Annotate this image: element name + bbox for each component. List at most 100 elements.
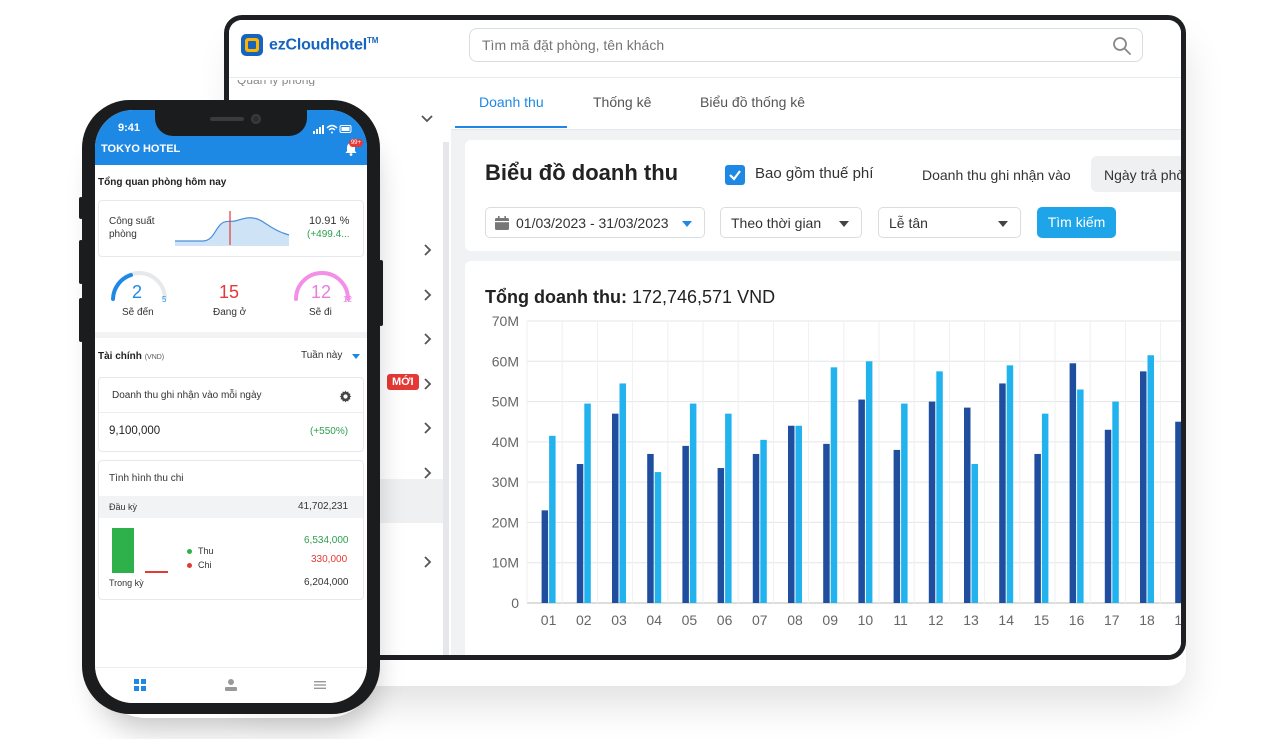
reception-icon[interactable]	[223, 677, 239, 693]
bar	[612, 413, 619, 603]
gear-icon[interactable]	[339, 390, 352, 403]
new-badge: MỚI	[387, 374, 419, 390]
staff-select[interactable]: Lễ tân	[878, 207, 1021, 238]
chevron-down-icon[interactable]	[419, 110, 435, 126]
logo-icon	[241, 34, 263, 56]
daily-revenue-value: 9,100,000	[109, 425, 161, 437]
bar	[999, 383, 1006, 603]
status-icons	[313, 124, 352, 134]
tab-stat-charts[interactable]: Biểu đồ thống kê	[700, 94, 805, 110]
bar	[760, 439, 767, 603]
chevron-right-icon[interactable]	[420, 287, 436, 303]
x-tick-label: 19	[1174, 612, 1181, 628]
income-dot	[187, 549, 192, 554]
camera-icon	[251, 114, 261, 124]
revenue-recorded-label: Doanh thu ghi nhận vào	[922, 167, 1071, 183]
bar	[1006, 365, 1014, 603]
include-tax-checkbox[interactable]	[725, 165, 745, 185]
page-title: Biểu đồ doanh thu	[485, 160, 679, 185]
bar	[971, 464, 978, 603]
bar	[858, 399, 865, 603]
menu-icon[interactable]	[313, 678, 327, 692]
status-time: 9:41	[118, 122, 141, 134]
chevron-right-icon[interactable]	[420, 376, 436, 392]
date-range-picker[interactable]: 01/03/2023 - 31/03/2023	[485, 207, 705, 238]
opening-label: Đầu kỳ	[109, 502, 138, 512]
expense-bar	[145, 571, 168, 573]
y-tick-label: 60M	[492, 353, 519, 369]
bar	[1175, 421, 1181, 603]
x-tick-label: 10	[858, 612, 874, 628]
bar	[682, 445, 689, 603]
active-tab-indicator	[455, 126, 567, 128]
departures-total: 12	[343, 295, 352, 304]
arrivals-total: 5	[162, 295, 167, 304]
x-tick-label: 06	[717, 612, 733, 628]
sidebar-scrollbar[interactable]	[443, 142, 449, 655]
search-icon[interactable]	[1112, 36, 1132, 56]
bar	[823, 443, 830, 603]
x-tick-label: 09	[822, 612, 838, 628]
caret-down-icon[interactable]	[352, 354, 360, 359]
staying-label: Đang ở	[213, 307, 247, 318]
y-tick-label: 0	[511, 595, 519, 611]
y-tick-label: 20M	[492, 514, 519, 530]
chevron-right-icon[interactable]	[420, 420, 436, 436]
bar	[1041, 413, 1049, 603]
daily-revenue-label: Doanh thu ghi nhận vào mỗi ngày	[112, 390, 262, 401]
bar	[1112, 401, 1119, 603]
chevron-right-icon[interactable]	[420, 554, 436, 570]
phone-volume-down-button	[79, 298, 83, 342]
tab-revenue[interactable]: Doanh thu	[479, 94, 544, 110]
bar	[795, 425, 802, 603]
search-button[interactable]: Tìm kiếm	[1037, 207, 1116, 238]
income-legend: Thu	[198, 546, 214, 556]
include-tax-label[interactable]: Bao gồm thuế phí	[755, 165, 873, 182]
y-tick-label: 10M	[492, 555, 519, 571]
hotel-name[interactable]: TOKYO HOTEL	[101, 143, 180, 155]
x-tick-label: 07	[752, 612, 768, 628]
x-tick-label: 03	[611, 612, 627, 628]
daily-revenue-delta: (+550%)	[310, 426, 349, 437]
app-logo[interactable]: ezCloudhotelTM	[241, 34, 378, 56]
bottom-nav	[95, 667, 367, 703]
x-tick-label: 04	[646, 612, 662, 628]
phone-power-button	[379, 260, 383, 326]
bar	[1069, 363, 1077, 603]
booking-search-input[interactable]	[480, 29, 1080, 61]
y-tick-label: 70M	[492, 313, 519, 329]
x-tick-label: 16	[1069, 612, 1085, 628]
bar	[1077, 389, 1084, 603]
x-tick-label: 05	[682, 612, 698, 628]
cashflow-card[interactable]: Tình hình thu chi Đầu kỳ 41,702,231 Thu …	[98, 460, 364, 600]
period-select[interactable]: Tuần này	[301, 350, 342, 361]
bar	[1140, 371, 1147, 603]
checkout-date-button[interactable]: Ngày trả phòng	[1091, 156, 1181, 192]
occupancy-card[interactable]: Công suất phòng 10.91 % (+499.4...	[98, 200, 364, 257]
y-tick-label: 50M	[492, 394, 519, 410]
booking-search	[469, 28, 1143, 62]
filter-panel: Biểu đồ doanh thu Bao gồm thuế phí Doanh…	[465, 140, 1181, 251]
time-mode-value: Theo thời gian	[731, 215, 822, 231]
bar	[689, 403, 697, 603]
occupancy-sparkline	[175, 211, 290, 246]
daily-revenue-card[interactable]: Doanh thu ghi nhận vào mỗi ngày 9,100,00…	[98, 377, 364, 452]
bar	[936, 371, 943, 603]
occupancy-value: 10.91 %	[309, 215, 350, 227]
x-tick-label: 17	[1104, 612, 1120, 628]
time-mode-select[interactable]: Theo thời gian	[720, 207, 862, 238]
dashboard-icon[interactable]	[133, 678, 147, 692]
tab-statistics[interactable]: Thống kê	[593, 94, 651, 110]
cashflow-title: Tình hình thu chi	[109, 473, 184, 484]
chevron-right-icon[interactable]	[420, 242, 436, 258]
caret-down-icon	[998, 221, 1008, 227]
top-bar: ezCloudhotelTM	[229, 20, 1181, 78]
chevron-right-icon[interactable]	[420, 331, 436, 347]
bar	[654, 472, 662, 603]
bar	[901, 403, 908, 603]
x-tick-label: 02	[576, 612, 592, 628]
bar	[788, 425, 795, 603]
bar	[549, 435, 556, 603]
bar	[1034, 453, 1041, 603]
bar	[584, 403, 591, 603]
